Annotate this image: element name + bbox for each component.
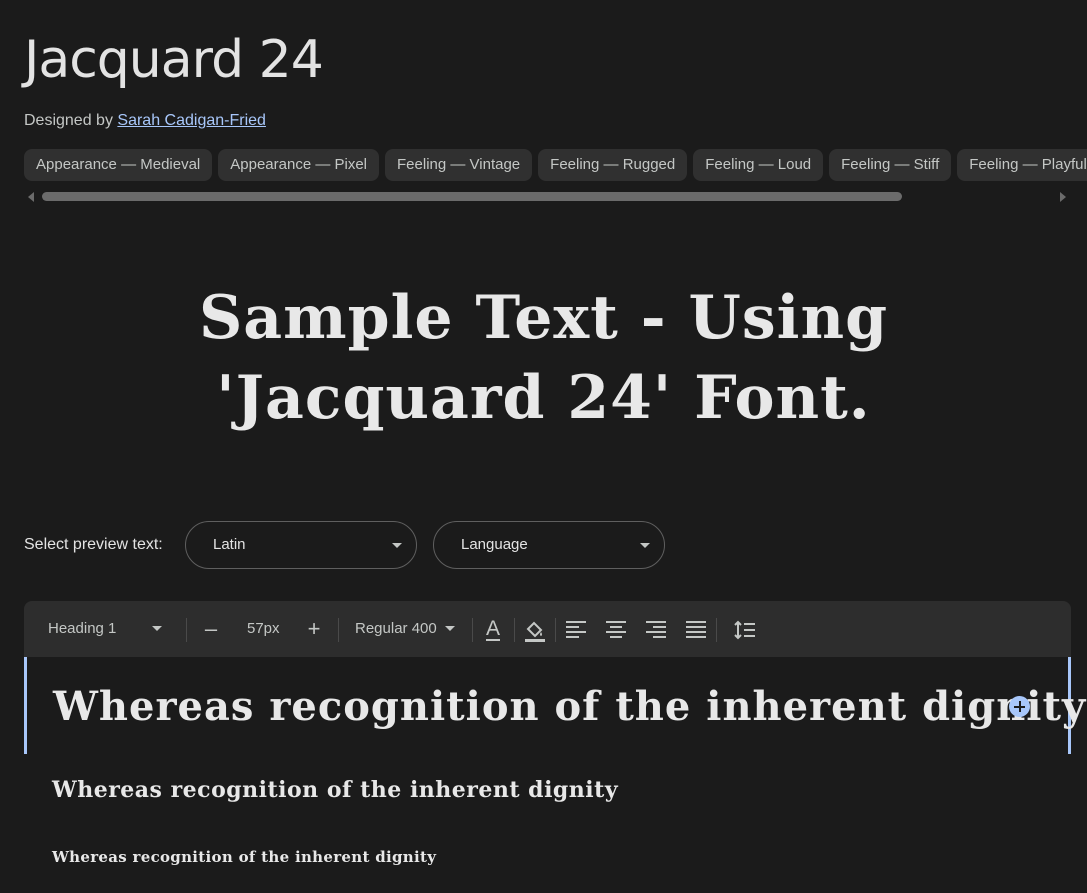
weight-select-value: Regular 400 bbox=[355, 620, 437, 637]
fill-color-icon[interactable] bbox=[524, 620, 545, 642]
script-select-value: Latin bbox=[213, 536, 246, 553]
language-select-value: Language bbox=[461, 536, 528, 553]
designer-prefix: Designed by bbox=[24, 112, 113, 129]
decrease-size-button[interactable]: – bbox=[195, 601, 227, 657]
tag-scrollbar-thumb[interactable] bbox=[42, 192, 902, 201]
toolbar-divider bbox=[186, 618, 187, 642]
line-height-icon[interactable] bbox=[734, 620, 755, 640]
toolbar-divider bbox=[472, 618, 473, 642]
scroll-right-arrow-icon[interactable] bbox=[1060, 192, 1066, 202]
style-select-value: Heading 1 bbox=[48, 620, 117, 637]
tag-chip[interactable]: Appearance — Pixel bbox=[218, 149, 380, 181]
chevron-down-icon bbox=[392, 543, 402, 548]
toolbar-divider bbox=[555, 618, 556, 642]
heading2-sample-text[interactable]: Whereas recognition of the inherent dign… bbox=[52, 774, 618, 806]
scroll-left-arrow-icon[interactable] bbox=[28, 192, 34, 202]
align-left-icon[interactable] bbox=[566, 620, 586, 640]
font-size-value[interactable]: 57px bbox=[247, 601, 280, 657]
increase-size-button[interactable]: + bbox=[298, 601, 330, 657]
add-circle-icon[interactable] bbox=[1009, 696, 1030, 717]
language-select[interactable]: Language bbox=[433, 521, 665, 569]
designer-link[interactable]: Sarah Cadigan-Fried bbox=[117, 112, 266, 129]
chevron-down-icon bbox=[152, 626, 162, 631]
toolbar-divider bbox=[716, 618, 717, 642]
script-select[interactable]: Latin bbox=[185, 521, 417, 569]
align-justify-icon[interactable] bbox=[686, 620, 706, 640]
preview-toolbar: Heading 1 – 57px + Regular 400 A bbox=[24, 601, 1071, 657]
heading1-sample-row[interactable]: Whereas recognition of the inherent dign… bbox=[24, 657, 1085, 754]
font-title: Jacquard 24 bbox=[24, 30, 324, 90]
heading1-sample-text[interactable]: Whereas recognition of the inherent dign… bbox=[53, 679, 1086, 735]
align-center-icon[interactable] bbox=[606, 620, 626, 640]
font-specimen-page: Jacquard 24 Designed by Sarah Cadigan-Fr… bbox=[0, 0, 1087, 893]
hero-sample-text[interactable]: Sample Text - Using 'Jacquard 24' Font. bbox=[24, 278, 1063, 438]
toolbar-divider bbox=[514, 618, 515, 642]
tag-chip[interactable]: Feeling — Loud bbox=[693, 149, 824, 181]
designer-line: Designed by Sarah Cadigan-Fried bbox=[24, 110, 266, 132]
preview-text-label: Select preview text: bbox=[24, 536, 163, 553]
tag-chip[interactable]: Feeling — Vintage bbox=[385, 149, 533, 181]
chevron-down-icon bbox=[445, 626, 455, 631]
heading3-sample-text[interactable]: Whereas recognition of the inherent dign… bbox=[52, 845, 436, 869]
chevron-down-icon bbox=[640, 543, 650, 548]
tag-chip[interactable]: Appearance — Medieval bbox=[24, 149, 213, 181]
align-right-icon[interactable] bbox=[646, 620, 666, 640]
tag-list: Appearance — Medieval Appearance — Pixel F… bbox=[24, 149, 1087, 181]
weight-select[interactable]: Regular 400 bbox=[355, 601, 465, 657]
text-color-icon[interactable]: A bbox=[477, 601, 509, 657]
tag-chip[interactable]: Feeling — Stiff bbox=[829, 149, 952, 181]
tag-chip[interactable]: Feeling — Playful bbox=[957, 149, 1087, 181]
tag-chip[interactable]: Feeling — Rugged bbox=[538, 149, 688, 181]
toolbar-divider bbox=[338, 618, 339, 642]
style-select[interactable]: Heading 1 bbox=[48, 601, 164, 657]
